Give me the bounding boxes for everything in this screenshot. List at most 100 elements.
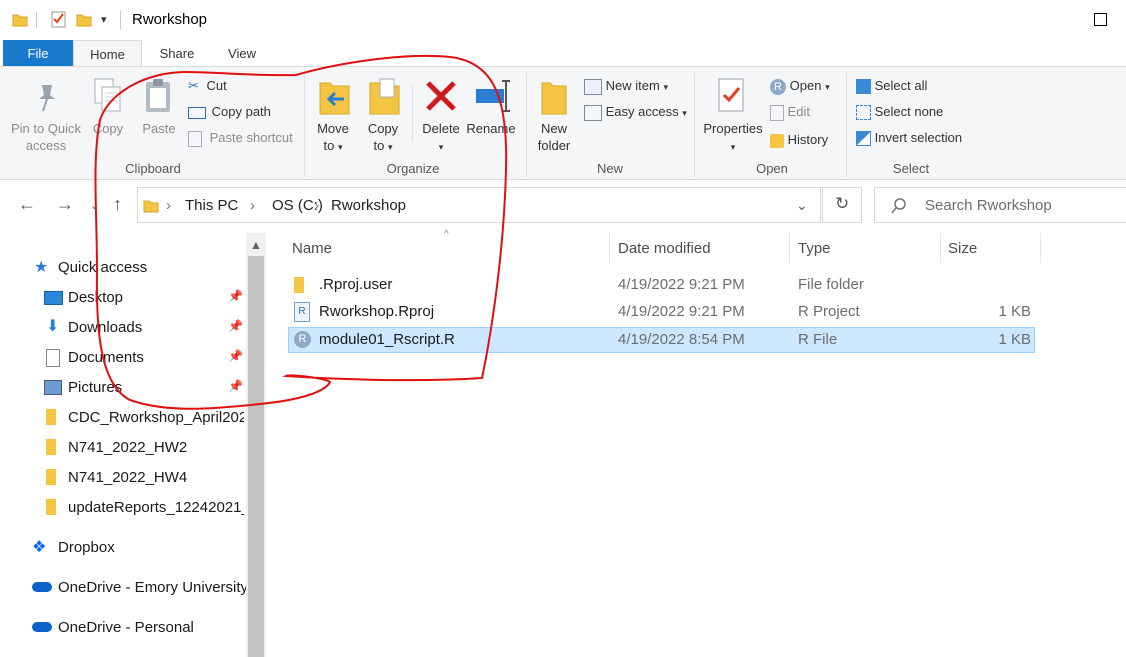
table-row[interactable]: R module01_Rscript.R 4/19/2022 8:54 PM R… [288,327,1035,353]
nav-item-documents[interactable]: Documents 📌 [44,343,260,373]
new-folder-qat-icon[interactable] [76,11,92,27]
table-row[interactable]: R Rworkshop.Rproj 4/19/2022 9:21 PM R Pr… [288,300,1035,326]
crumb-rworkshop[interactable]: Rworkshop [331,197,406,214]
pin-label-2: access [25,138,67,153]
address-bar[interactable] [137,187,821,223]
qat-dropdown-icon[interactable]: ▾ [101,13,107,26]
nav-quick-access[interactable]: ★ Quick access [34,253,250,283]
chevron-right-icon: › [166,197,171,214]
nav-label: Dropbox [58,539,115,556]
copy-button[interactable]: Copy [88,120,128,137]
move-to-icon [319,82,350,115]
nav-scrollbar-thumb[interactable] [248,256,264,657]
new-item-label: New item [605,78,660,93]
move-to-button[interactable]: Move to ▾ [310,120,356,156]
invert-selection-button[interactable]: Invert selection [856,129,963,147]
pin-to-quick-access-button[interactable]: Pin to Quick access [4,120,88,154]
history-icon [770,133,784,148]
delete-button[interactable]: Delete ▾ [418,120,464,156]
column-header-date[interactable]: Date modified [618,240,711,257]
back-arrow-icon[interactable]: ← [18,194,36,215]
nav-item-n741-hw4[interactable]: N741_2022_HW4 [44,463,244,493]
copyto-label-1: Copy [367,121,399,136]
easy-access-label: Easy access [605,104,679,119]
properties-button[interactable]: Properties ▾ [700,120,766,156]
new-item-button[interactable]: New item ▾ [584,77,668,96]
paste-button[interactable]: Paste [138,120,180,137]
copyto-label-2: to [373,138,385,153]
invert-selection-icon [856,131,871,147]
table-row[interactable]: .Rproj.user 4/19/2022 9:21 PM File folde… [288,273,1035,299]
onedrive-cloud-icon [32,582,52,592]
properties-qat-icon[interactable] [50,10,68,28]
nav-item-cdc-rworkshop[interactable]: CDC_Rworkshop_April2022 [44,403,244,433]
chevron-right-icon: › [250,197,255,214]
copy-to-icon [369,78,400,115]
select-all-button[interactable]: Select all [856,77,928,95]
pin-icon [39,85,55,112]
r-file-icon: R [294,331,311,348]
nav-label: OneDrive - Emory University [58,579,248,596]
ribbon-tabs: File Home Share View [0,40,1126,67]
nav-onedrive-personal[interactable]: OneDrive - Personal [32,613,248,643]
maximize-button[interactable] [1094,13,1107,26]
nav-label: Downloads [68,319,143,336]
recent-locations-icon[interactable]: ⌄ [90,199,99,212]
crumb-this-pc[interactable]: This PC [185,197,238,214]
file-size: 1 KB [998,331,1031,348]
cut-button[interactable]: ✂ Cut [188,77,227,94]
group-label-organize: Organize [386,161,440,176]
paste-icon [146,79,170,112]
new-folder-button[interactable]: New folder [530,120,578,154]
rename-button[interactable]: Rename [464,120,518,137]
nav-item-desktop[interactable]: Desktop 📌 [44,283,260,313]
group-label-clipboard: Clipboard [125,161,181,176]
ribbon: Pin to Quick access Copy Paste ✂ Cut Copy… [0,66,1126,180]
delete-icon [426,81,456,111]
paste-shortcut-button[interactable]: Paste shortcut [188,129,293,147]
address-dropdown-icon[interactable]: ⌄ [796,197,808,214]
nav-dropbox[interactable]: ❖ Dropbox [32,533,248,563]
file-type: R Project [798,303,860,320]
history-label: History [787,132,829,147]
download-arrow-icon: ⬇ [46,318,60,335]
copy-to-button[interactable]: Copy to ▾ [360,120,406,156]
copy-path-button[interactable]: Copy path [188,103,271,120]
column-header-size[interactable]: Size [948,240,977,257]
tab-share[interactable]: Share [142,40,212,67]
scroll-up-arrow-icon[interactable]: ▲ [250,238,262,252]
file-date: 4/19/2022 9:21 PM [618,303,745,320]
file-name: module01_Rscript.R [319,331,455,348]
easy-access-button[interactable]: Easy access ▾ [584,103,687,122]
up-arrow-icon[interactable]: ↑ [113,194,122,215]
folder-icon [46,469,56,485]
column-header-type[interactable]: Type [798,240,831,257]
nav-item-downloads[interactable]: ⬇ Downloads 📌 [44,313,260,343]
open-button[interactable]: R Open ▾ [770,77,830,96]
nav-onedrive-emory[interactable]: OneDrive - Emory University [32,573,248,603]
group-label-select: Select [892,161,930,176]
nav-item-update-reports[interactable]: updateReports_12242021_f [44,493,244,523]
new-folder-label-1: New [540,121,567,136]
forward-arrow-icon[interactable]: → [56,194,74,215]
select-all-label: Select all [874,78,928,93]
invert-selection-label: Invert selection [874,130,963,145]
history-button[interactable]: History [770,131,828,148]
select-none-button[interactable]: Select none [856,103,943,121]
folder-icon [46,499,56,515]
refresh-button[interactable]: ↻ [822,187,862,223]
new-folder-label-2: folder [537,138,571,153]
edit-button[interactable]: Edit [770,103,810,121]
tab-file[interactable]: File [3,40,73,67]
search-box[interactable]: Search Rworkshop [874,187,1126,223]
file-date: 4/19/2022 9:21 PM [618,276,745,293]
column-header-name[interactable]: Name [292,240,332,257]
cut-label: Cut [206,78,227,93]
navigation-pane: ★ Quick access Desktop 📌 ⬇ Downloads 📌 D… [0,233,266,657]
tab-view[interactable]: View [212,40,272,67]
nav-item-n741-hw2[interactable]: N741_2022_HW2 [44,433,244,463]
nav-item-pictures[interactable]: Pictures 📌 [44,373,260,403]
open-label: Open [789,78,822,93]
pin-icon: 📌 [228,319,243,333]
tab-home[interactable]: Home [73,40,142,67]
